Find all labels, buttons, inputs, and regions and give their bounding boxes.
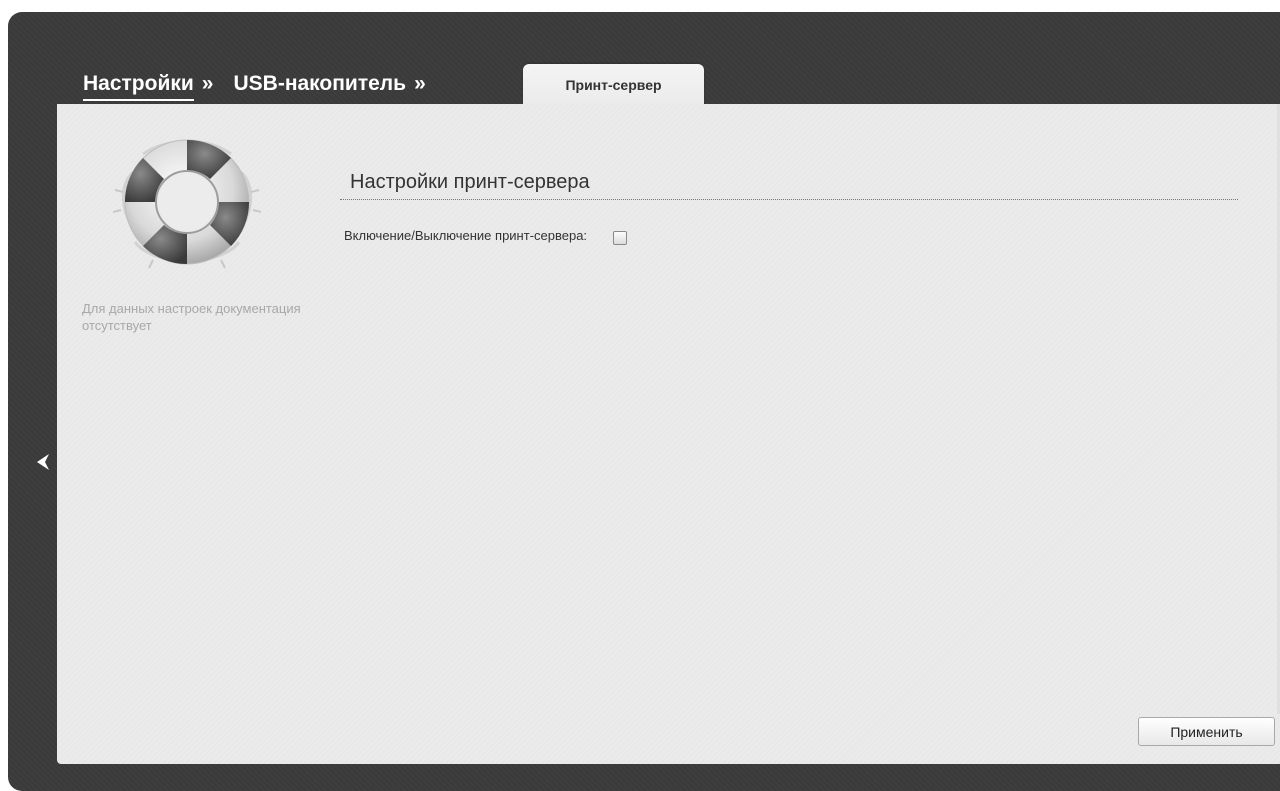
section-divider: [340, 199, 1238, 200]
help-text: Для данных настроек документация отсутст…: [82, 301, 301, 333]
print-server-enable-checkbox[interactable]: [613, 231, 627, 245]
breadcrumb-separator: »: [414, 72, 426, 95]
print-server-toggle-label: Включение/Выключение принт-сервера:: [344, 228, 588, 243]
chevron-left-icon[interactable]: [36, 453, 50, 471]
apply-button[interactable]: Применить: [1138, 717, 1275, 746]
content-panel: Для данных настроек документация отсутст…: [57, 104, 1280, 764]
app-frame: Настройки » USB-накопитель » Принт-серве…: [8, 12, 1280, 791]
section-title: Настройки принт-сервера: [350, 171, 590, 193]
tab-label: Принт-сервер: [565, 76, 662, 93]
breadcrumb: Настройки » USB-накопитель »: [83, 72, 446, 102]
breadcrumb-settings-link[interactable]: Настройки: [83, 72, 194, 101]
breadcrumb-separator: »: [201, 72, 214, 95]
tab-print-server[interactable]: Принт-сервер: [523, 64, 704, 105]
breadcrumb-usb-link[interactable]: USB-накопитель: [233, 72, 406, 96]
lifebuoy-icon: [113, 139, 261, 269]
